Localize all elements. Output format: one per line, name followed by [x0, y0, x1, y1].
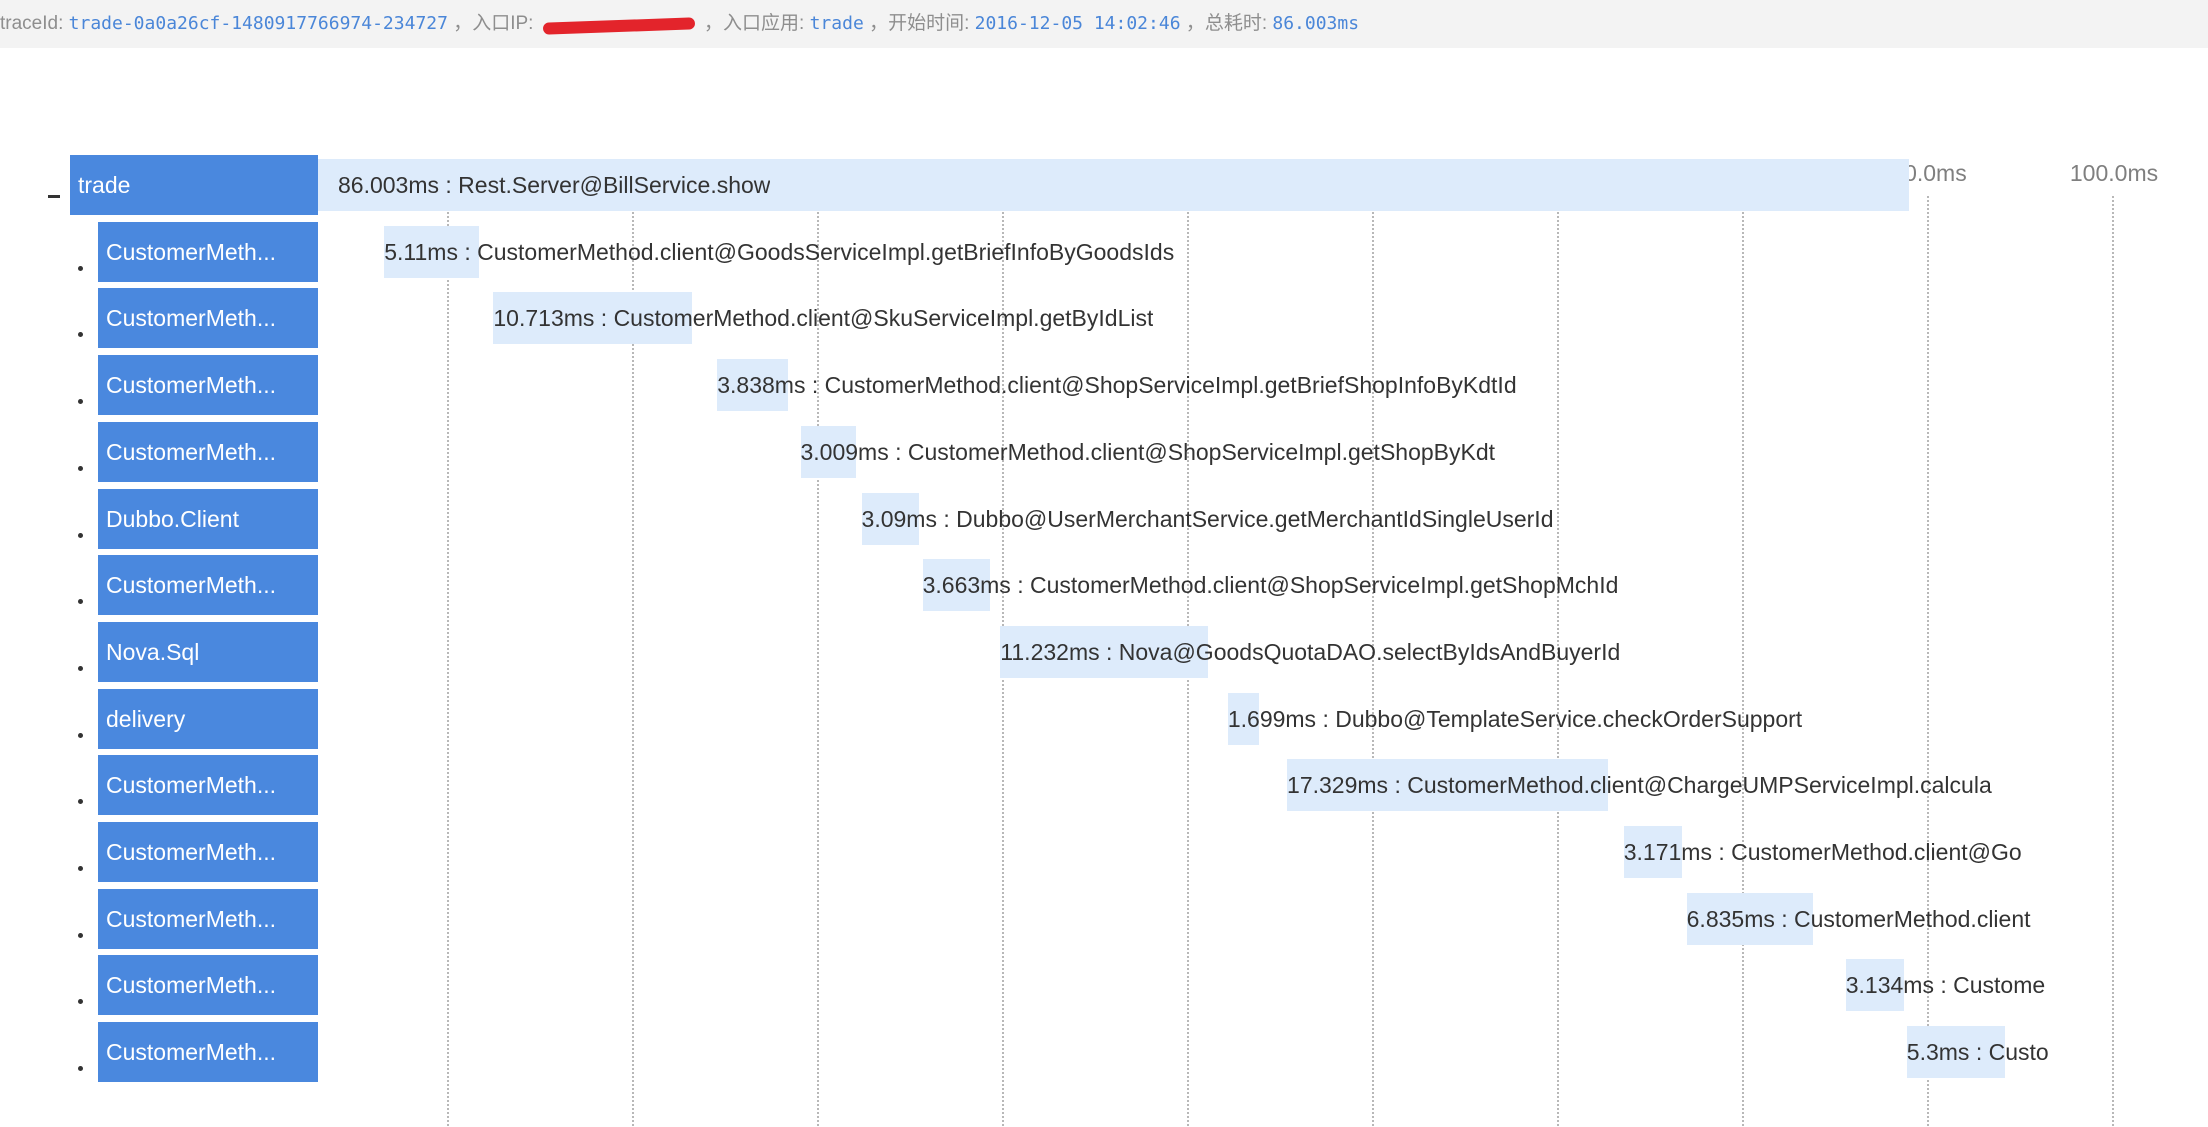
span-duration-text: 1.699ms : Dubbo@TemplateService.checkOrd…: [1227, 705, 1803, 732]
span-label[interactable]: CustomerMeth...: [98, 555, 318, 616]
span-duration-text: 6.835ms : CustomerMethod.client: [1686, 905, 2031, 932]
span-duration-text: 3.838ms : CustomerMethod.client@ShopServ…: [717, 372, 1517, 399]
span-label-text: delivery: [106, 705, 186, 732]
tree-node-bullet-icon: [78, 665, 83, 671]
span-label[interactable]: CustomerMeth...: [98, 822, 318, 882]
span-duration-text: 5.11ms : CustomerMethod.client@GoodsServ…: [384, 238, 1175, 265]
span-label-text: Nova.Sql: [106, 638, 200, 665]
entry-app-value: trade: [809, 13, 864, 34]
span-label-text: CustomerMeth...: [106, 305, 276, 332]
span-duration-text: 86.003ms : Rest.Server@BillService.show: [338, 172, 771, 198]
span-duration-text: 10.713ms : CustomerMethod.client@SkuServ…: [493, 305, 1154, 332]
span-label-text: CustomerMeth...: [106, 372, 276, 399]
total-cost-label: ，总耗时:: [1185, 13, 1268, 34]
span-label-text: CustomerMeth...: [106, 238, 276, 265]
entry-ip-label: ，入口IP:: [453, 13, 534, 34]
tree-node-bullet-icon: [78, 465, 83, 471]
trace-summary-bar: traceId: trade-0a0a26cf-1480917766974-23…: [0, 0, 2208, 48]
span-label[interactable]: delivery: [98, 688, 318, 749]
span-duration-text: 3.171ms : CustomerMethod.client@Go: [1623, 839, 2022, 865]
tree-node-bullet-icon: [78, 732, 83, 738]
span-label[interactable]: CustomerMeth...: [98, 888, 318, 949]
axis-gridline: [1742, 196, 1744, 1126]
span-duration-text: 3.663ms : CustomerMethod.client@ShopServ…: [922, 572, 1619, 599]
span-label-text: CustomerMeth...: [106, 572, 276, 599]
tree-node-bullet-icon: [78, 599, 83, 605]
trace-id-value[interactable]: trade-0a0a26cf-1480917766974-234727: [69, 13, 448, 34]
collapse-toggle-icon[interactable]: [48, 195, 60, 198]
span-label-text: Dubbo.Client: [106, 505, 239, 532]
tree-node-bullet-icon: [78, 999, 83, 1005]
span-label[interactable]: CustomerMeth...: [98, 1022, 318, 1083]
span-label[interactable]: CustomerMeth...: [98, 955, 318, 1016]
tree-node-bullet-icon: [78, 932, 83, 938]
span-label[interactable]: CustomerMeth...: [98, 221, 318, 282]
tree-node-bullet-icon: [78, 265, 83, 271]
root-span-label[interactable]: trade: [70, 155, 318, 215]
tree-node-bullet-icon: [78, 532, 83, 538]
span-label-text: CustomerMeth...: [106, 1039, 276, 1066]
trace-id-label: traceId:: [0, 13, 64, 34]
span-label[interactable]: CustomerMeth...: [98, 421, 318, 482]
redacted-ip-mark: [543, 14, 695, 34]
span-duration-text: 3.134ms : Custome: [1845, 972, 2046, 999]
span-label[interactable]: CustomerMeth...: [98, 288, 318, 349]
span-label[interactable]: Dubbo.Client: [98, 488, 318, 549]
start-time-value: 2016-12-05 14:02:46: [974, 13, 1181, 34]
tree-node-bullet-icon: [78, 866, 83, 871]
axis-tick-label: 100.0ms: [2069, 160, 2159, 186]
span-label-text: CustomerMeth...: [106, 438, 276, 465]
axis-gridline: [447, 196, 449, 1126]
span-label[interactable]: CustomerMeth...: [98, 355, 318, 416]
span-duration-text: 3.09ms : Dubbo@UserMerchantService.getMe…: [861, 505, 1554, 532]
span-label[interactable]: CustomerMeth...: [98, 755, 318, 816]
span-label-text: CustomerMeth...: [106, 905, 276, 932]
start-time-label: ，开始时间:: [869, 13, 970, 34]
span-label-text: CustomerMeth...: [106, 839, 276, 865]
span-duration-text: 3.009ms : CustomerMethod.client@ShopServ…: [800, 438, 1496, 465]
span-duration-text: 17.329ms : CustomerMethod.client@ChargeU…: [1287, 772, 1992, 799]
entry-app-label: ，入口应用:: [704, 13, 805, 34]
span-label-text: trade: [78, 172, 131, 198]
axis-gridline: [2112, 196, 2114, 1126]
tree-node-bullet-icon: [78, 1066, 83, 1072]
tree-node-bullet-icon: [78, 332, 83, 338]
span-duration-text: 5.3ms : Custo: [1906, 1039, 2049, 1066]
span-label-text: CustomerMeth...: [106, 772, 276, 799]
span-label-text: CustomerMeth...: [106, 972, 276, 999]
span-label[interactable]: Nova.Sql: [98, 621, 318, 682]
span-duration-text: 11.232ms : Nova@GoodsQuotaDAO.selectById…: [1000, 638, 1621, 665]
tree-node-bullet-icon: [78, 399, 83, 405]
trace-timeline-panel: 10.0ms20.0ms30.0ms40.0ms50.0ms60.0ms70.0…: [0, 48, 2208, 1127]
tree-node-bullet-icon: [78, 799, 83, 805]
total-cost-value: 86.003ms: [1272, 13, 1360, 34]
